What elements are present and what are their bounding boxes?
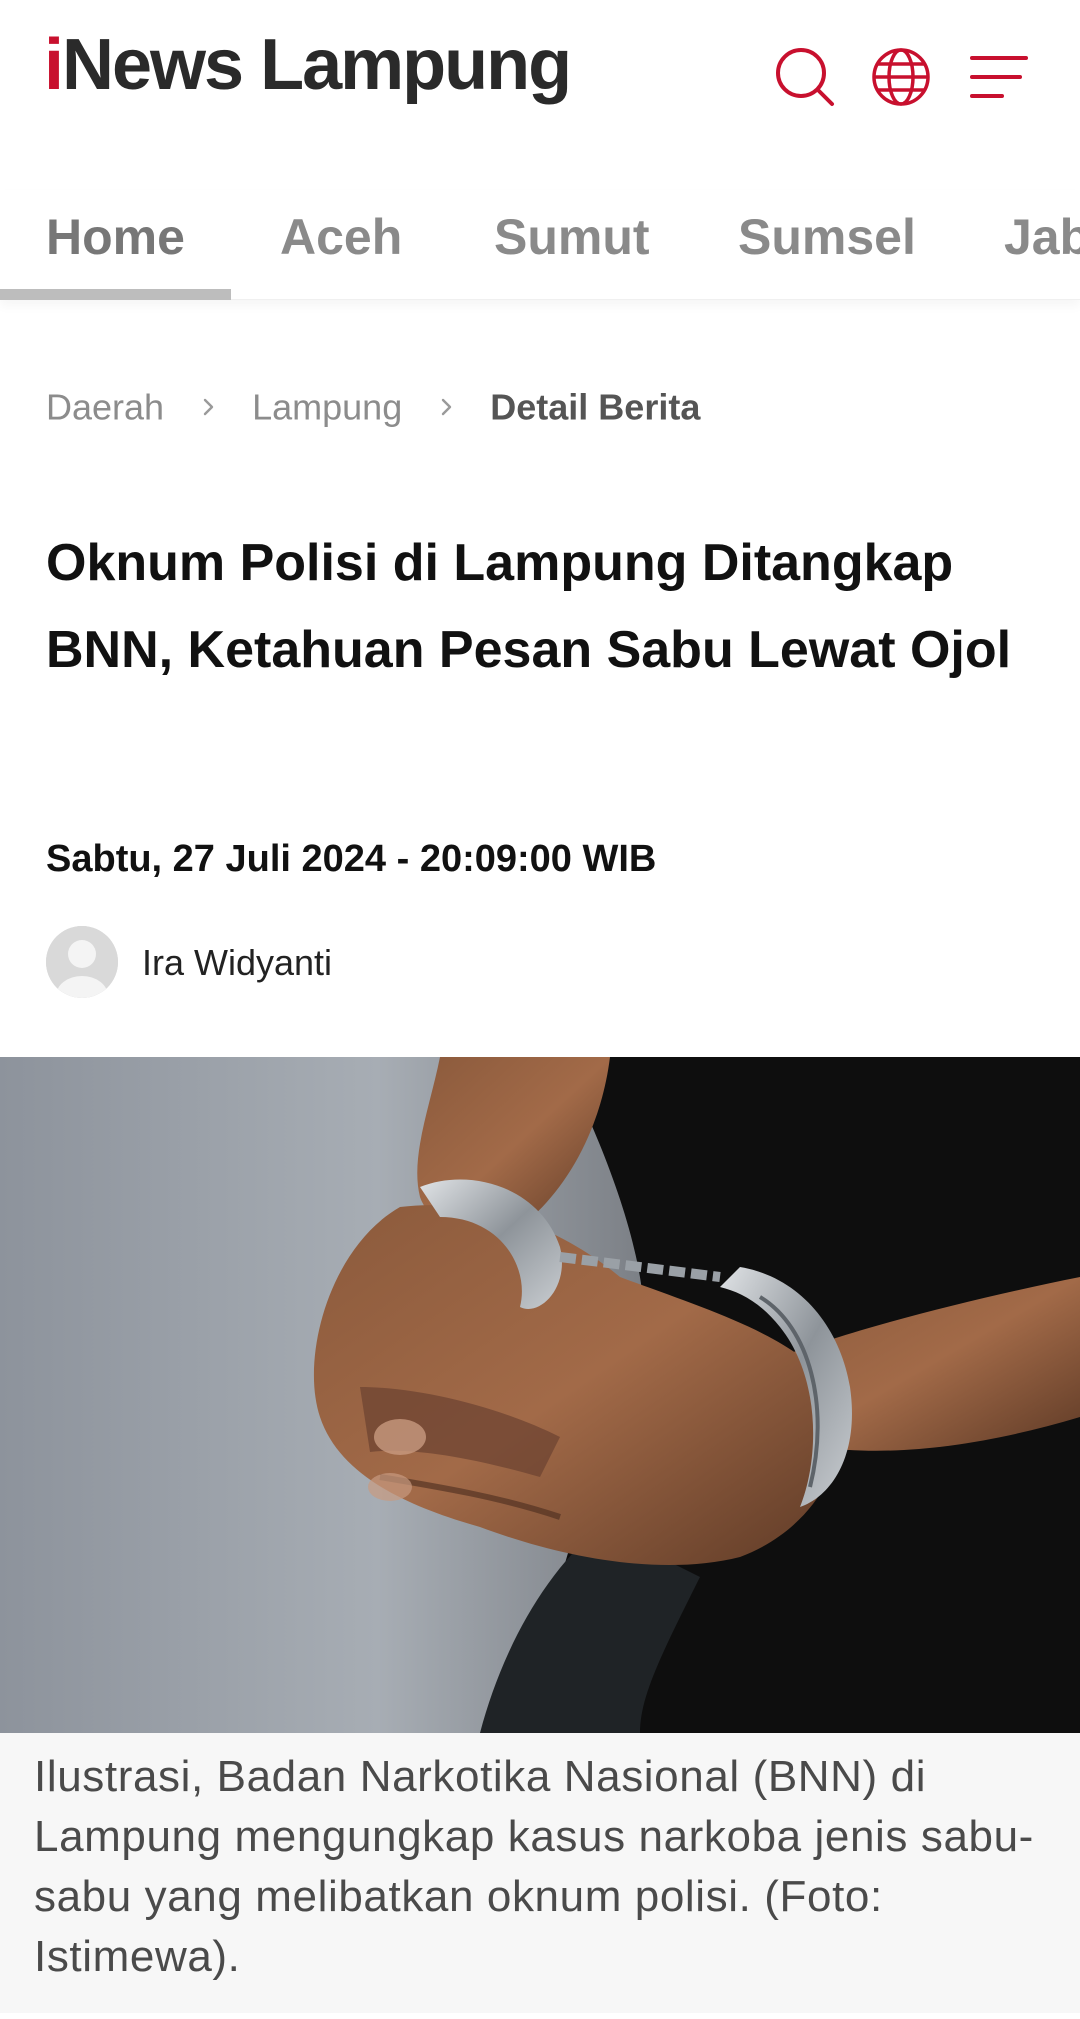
category-tabs: Home Aceh Sumut Sumsel Jab — [0, 190, 1080, 300]
breadcrumb-daerah[interactable]: Daerah — [46, 386, 164, 427]
menu-icon[interactable] — [966, 44, 1032, 110]
breadcrumb: Daerah Lampung Detail Berita — [46, 384, 700, 428]
chevron-right-icon — [436, 397, 456, 417]
image-caption: Ilustrasi, Badan Narkotika Nasional (BNN… — [0, 1733, 1080, 2013]
article-title: Oknum Polisi di Lampung Ditangkap BNN, K… — [46, 534, 1012, 679]
logo-text: News Lampung — [62, 25, 572, 105]
search-icon[interactable] — [772, 44, 838, 110]
chevron-right-icon — [198, 397, 218, 417]
tab-sumsel[interactable]: Sumsel — [738, 208, 916, 266]
logo-prefix: i — [44, 25, 64, 105]
breadcrumb-current: Detail Berita — [490, 386, 701, 428]
article-hero-image[interactable] — [0, 1057, 1080, 1733]
tab-jab[interactable]: Jab — [1004, 208, 1080, 266]
site-header: iNews Lampung — [0, 0, 1080, 150]
breadcrumb-lampung[interactable]: Lampung — [252, 386, 402, 427]
user-icon — [46, 926, 118, 998]
globe-icon[interactable] — [868, 44, 934, 110]
author-avatar[interactable] — [46, 926, 118, 998]
author-name[interactable]: Ira Widyanti — [142, 942, 332, 984]
tab-aceh[interactable]: Aceh — [280, 208, 402, 266]
tab-home[interactable]: Home — [46, 208, 185, 266]
article-page: iNews Lampung Home Aceh Sumut Sumsel Ja … — [0, 0, 1080, 2019]
site-logo[interactable]: iNews Lampung — [44, 24, 572, 106]
active-tab-indicator — [0, 289, 231, 300]
article-date: Sabtu, 27 Juli 2024 - 20:09:00 WIB — [46, 838, 657, 880]
tab-sumut[interactable]: Sumut — [494, 208, 650, 266]
